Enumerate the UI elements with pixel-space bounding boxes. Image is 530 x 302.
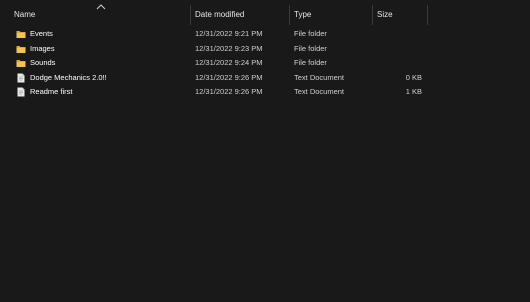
file-size: 0 KB (405, 72, 422, 82)
file-row-dodge-mechanics[interactable]: Dodge Mechanics 2.0!! 12/31/2022 9:26 PM… (0, 71, 530, 86)
file-date-modified: 12/31/2022 9:24 PM (195, 58, 263, 67)
column-divider[interactable] (427, 5, 428, 25)
file-type: Text Document (294, 87, 345, 96)
file-name: Images (30, 43, 55, 53)
text-document-icon (17, 73, 25, 82)
file-name: Readme first (30, 87, 73, 96)
file-size (372, 56, 422, 71)
file-date-modified: 12/31/2022 9:26 PM (195, 87, 263, 96)
file-date-modified: 12/31/2022 9:26 PM (195, 72, 263, 82)
file-size (372, 27, 422, 42)
file-type: Text Document (294, 72, 345, 82)
file-date-modified: 12/31/2022 9:23 PM (195, 43, 263, 53)
file-name: Events (30, 29, 53, 38)
file-type: File folder (294, 58, 327, 67)
file-list: Events 12/31/2022 9:21 PM File folder Im… (0, 27, 530, 100)
column-header-row: Name Date modified Type Size (0, 4, 530, 25)
folder-icon (16, 60, 26, 67)
file-row-readme-first[interactable]: Readme first 12/31/2022 9:26 PM Text Doc… (0, 85, 530, 100)
file-size (372, 42, 422, 57)
column-header-type[interactable]: Type (290, 5, 372, 25)
file-name: Sounds (30, 58, 56, 67)
file-row-events[interactable]: Events 12/31/2022 9:21 PM File folder (0, 27, 530, 42)
column-header-date-modified[interactable]: Date modified (191, 5, 289, 25)
folder-icon (16, 31, 26, 38)
column-header-name[interactable]: Name (10, 5, 190, 25)
file-date-modified: 12/31/2022 9:21 PM (195, 29, 263, 38)
file-type: File folder (294, 43, 327, 53)
file-type: File folder (294, 29, 327, 38)
file-row-images[interactable]: Images 12/31/2022 9:23 PM File folder (0, 42, 530, 57)
column-header-size[interactable]: Size (373, 5, 427, 25)
text-document-icon (17, 87, 25, 97)
folder-icon (16, 45, 26, 53)
file-row-sounds[interactable]: Sounds 12/31/2022 9:24 PM File folder (0, 56, 530, 71)
file-name: Dodge Mechanics 2.0!! (30, 72, 107, 82)
file-size: 1 KB (405, 87, 422, 96)
file-list-view: Name Date modified Type Size Events 12/3… (0, 0, 530, 302)
